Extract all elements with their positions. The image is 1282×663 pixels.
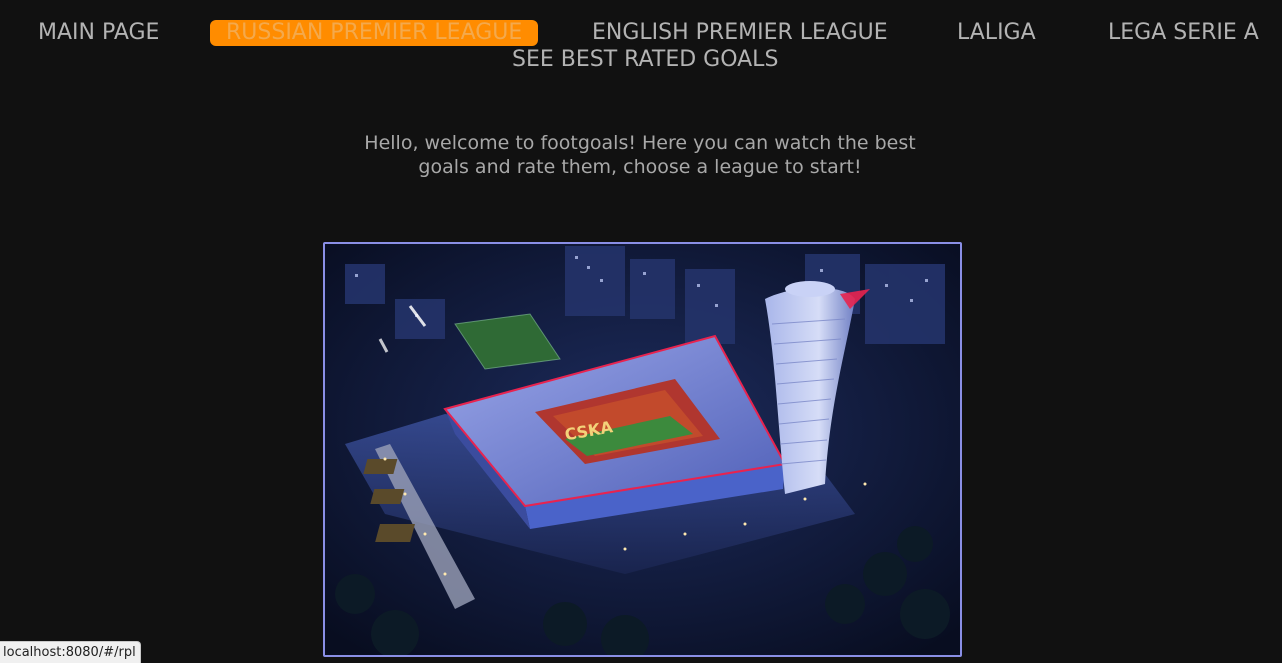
nav-best-rated-goals[interactable]: SEE BEST RATED GOALS: [512, 47, 778, 73]
welcome-line-1: Hello, welcome to footgoals! Here you ca…: [364, 132, 916, 154]
nav-english-premier-league[interactable]: ENGLISH PREMIER LEAGUE: [592, 20, 888, 46]
nav-main-page[interactable]: MAIN PAGE: [38, 20, 159, 46]
stadium-illustration: CSKA: [325, 244, 960, 655]
nav-lega-serie-a[interactable]: LEGA SERIE A: [1108, 20, 1259, 46]
nav-russian-premier-league[interactable]: RUSSIAN PREMIER LEAGUE: [210, 20, 539, 46]
welcome-message: Hello, welcome to footgoals! Here you ca…: [340, 131, 940, 179]
page: MAIN PAGE RUSSIAN PREMIER LEAGUE ENGLISH…: [0, 0, 1282, 663]
status-bar-url: localhost:8080/#/rpl: [0, 641, 141, 663]
top-navigation: MAIN PAGE RUSSIAN PREMIER LEAGUE ENGLISH…: [0, 0, 1282, 80]
stadium-image: CSKA: [323, 242, 962, 657]
welcome-line-2: goals and rate them, choose a league to …: [418, 156, 862, 178]
nav-laliga[interactable]: LALIGA: [957, 20, 1036, 46]
